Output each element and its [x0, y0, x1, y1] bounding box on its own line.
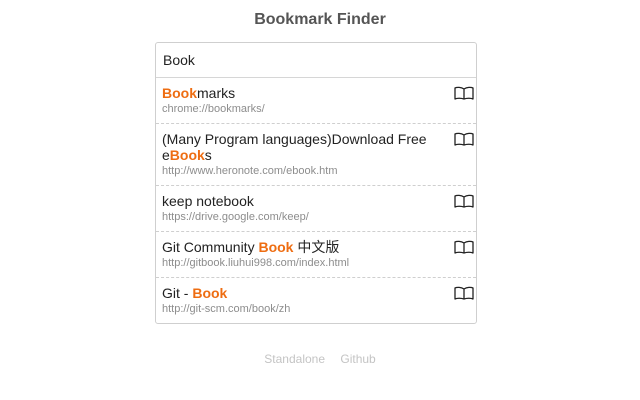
- result-title-match: Book: [162, 85, 197, 101]
- result-title-text: s: [204, 147, 212, 163]
- open-book-icon[interactable]: [454, 132, 474, 146]
- result-title: Git - Book: [162, 285, 450, 301]
- result-title: Bookmarks: [162, 85, 450, 101]
- result-title: keep notebook: [162, 193, 450, 209]
- search-input[interactable]: [163, 52, 469, 68]
- result-title: (Many Program languages)Download Free eB…: [162, 131, 450, 163]
- result-url: http://gitbook.liuhui998.com/index.html: [162, 257, 350, 269]
- result-title-match: Book: [169, 147, 205, 163]
- github-link[interactable]: Github: [340, 352, 375, 366]
- result-url: http://www.heronote.com/ebook.htm: [162, 165, 338, 177]
- result-item[interactable]: Bookmarks chrome://bookmarks/: [156, 78, 476, 123]
- result-title-text: keep notebook: [162, 193, 254, 209]
- result-title-text: marks: [197, 85, 236, 101]
- open-book-icon[interactable]: [454, 240, 474, 254]
- app-title: Bookmark Finder: [254, 11, 386, 28]
- search-bar: [156, 43, 476, 78]
- result-title-match: Book: [258, 239, 294, 255]
- result-url: http://git-scm.com/book/zh: [162, 303, 291, 315]
- result-url: https://drive.google.com/keep/: [162, 211, 309, 223]
- result-item[interactable]: Git Community Book 中文版 http://gitbook.liu…: [156, 231, 476, 277]
- result-title-text: Git Community: [162, 239, 259, 255]
- open-book-icon[interactable]: [454, 86, 474, 100]
- result-title-text: 中文版: [293, 239, 340, 255]
- result-title: Git Community Book 中文版: [162, 239, 450, 255]
- result-item[interactable]: Git - Book http://git-scm.com/book/zh: [156, 277, 476, 323]
- open-book-icon[interactable]: [454, 194, 474, 208]
- result-title-text: Git -: [162, 285, 193, 301]
- result-url: chrome://bookmarks/: [162, 103, 265, 115]
- standalone-link[interactable]: Standalone: [264, 352, 325, 366]
- open-book-icon[interactable]: [454, 286, 474, 300]
- result-title-match: Book: [192, 285, 228, 301]
- footer: Standalone Github: [0, 352, 640, 366]
- result-item[interactable]: keep notebook https://drive.google.com/ke…: [156, 185, 476, 231]
- result-item[interactable]: (Many Program languages)Download Free eB…: [156, 123, 476, 185]
- finder-panel: Bookmarkschrome://bookmarks/(Many Progra…: [155, 42, 477, 324]
- results-list: Bookmarks chrome://bookmarks/(Many Progra…: [156, 78, 476, 323]
